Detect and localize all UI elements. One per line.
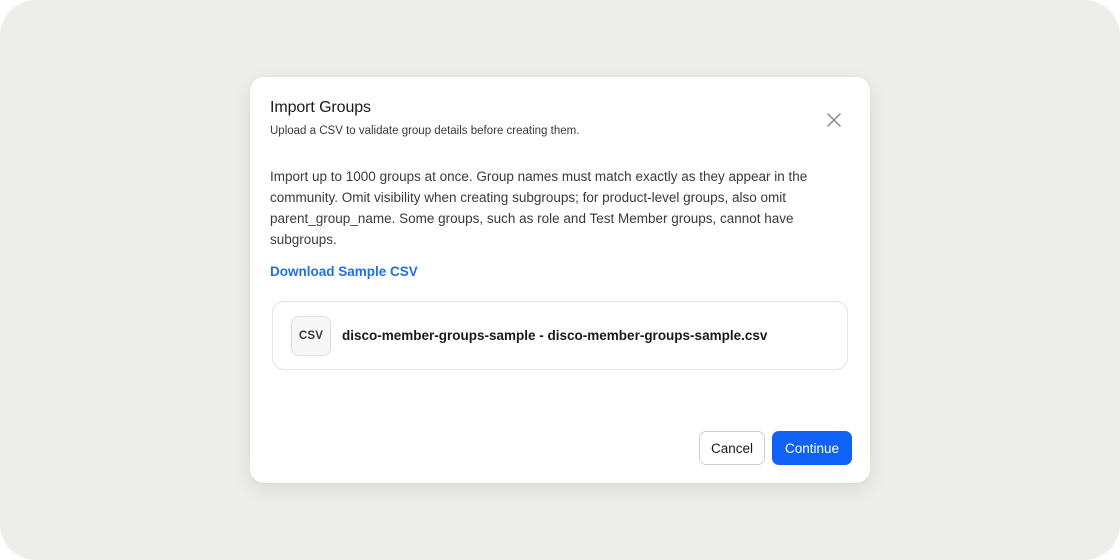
uploaded-file-card: CSV disco-member-groups-sample - disco-m… [272,301,848,370]
import-groups-dialog: Import Groups Upload a CSV to validate g… [250,77,870,483]
file-name: disco-member-groups-sample - disco-membe… [342,328,768,343]
dialog-subtitle: Upload a CSV to validate group details b… [270,125,580,137]
close-button[interactable] [824,110,844,130]
download-sample-csv-link[interactable]: Download Sample CSV [270,264,418,279]
dialog-title: Import Groups [270,99,371,116]
cancel-button[interactable]: Cancel [699,431,765,465]
continue-button[interactable]: Continue [772,431,852,465]
file-type-label: CSV [298,330,324,342]
import-instructions: Import up to 1000 groups at once. Group … [270,169,808,247]
csv-file-icon: CSV [291,316,331,356]
close-icon [827,113,841,127]
